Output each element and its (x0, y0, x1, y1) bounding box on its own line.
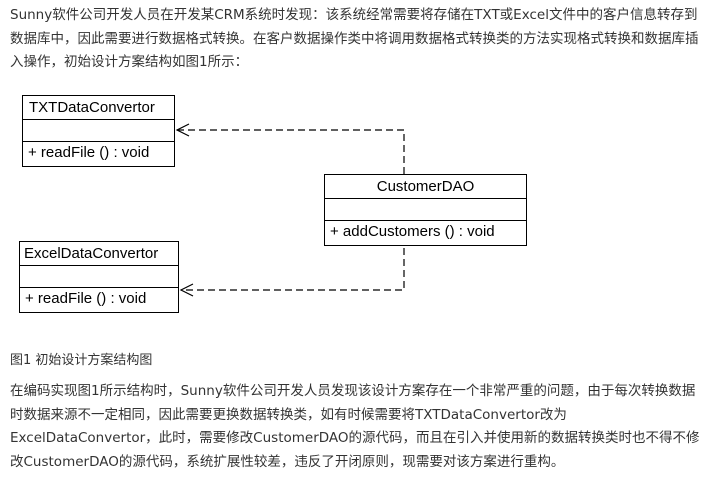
class-operation: + readFile () : void (25, 290, 147, 307)
class-box-exceldataconvertor: ExcelDataConvertor + readFile () : void (19, 241, 179, 313)
class-attributes (23, 120, 174, 142)
class-name: CustomerDAO (325, 175, 526, 199)
dependency-line-to-excel (181, 248, 405, 291)
class-operation: + readFile () : void (28, 144, 150, 161)
class-box-customerdao: CustomerDAO + addCustomers () : void (324, 174, 527, 246)
class-attributes (325, 199, 526, 221)
class-attributes (20, 266, 178, 288)
class-operation: + addCustomers () : void (330, 223, 495, 240)
dependency-line-to-txt (177, 129, 405, 174)
class-box-txtdataconvertor: TXTDataConvertor + readFile () : void (22, 95, 175, 167)
figure-caption: 图1 初始设计方案结构图 (10, 353, 153, 368)
class-name: ExcelDataConvertor (20, 242, 178, 266)
analysis-paragraph: 在编码实现图1所示结构时，Sunny软件公司开发人员发现该设计方案存在一个非常严… (10, 383, 700, 470)
class-name: TXTDataConvertor (23, 96, 174, 120)
